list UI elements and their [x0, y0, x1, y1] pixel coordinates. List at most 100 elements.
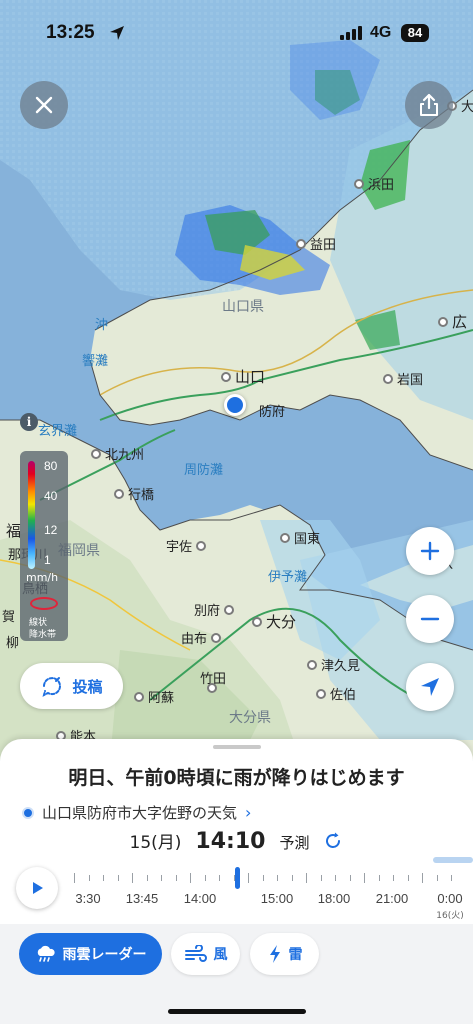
legend-value-12: 12	[44, 523, 58, 537]
city-yamaguchi: 山口	[221, 366, 265, 387]
city-yufu: 由布	[181, 628, 222, 647]
timeline-tick	[393, 875, 394, 881]
forecast-sheet: 明日、午前0時頃に雨が降りはじめます 山口県防府市大字佐野の天気 › 15(月)…	[0, 739, 473, 1024]
tab-rain-radar-label: 雨雲レーダー	[62, 947, 147, 963]
timeline-tick	[219, 875, 220, 881]
timeline-tick	[451, 875, 452, 881]
refresh-icon[interactable]	[323, 831, 343, 851]
city-aso: 阿蘇	[134, 687, 174, 706]
close-button[interactable]	[20, 81, 68, 129]
location-link[interactable]: 山口県防府市大字佐野の天気 ›	[22, 802, 251, 823]
tab-wind[interactable]: 風	[171, 933, 240, 975]
precipitation-legend: 80 40 12 1 mm/h 線状 降水帯	[20, 451, 68, 641]
city-hofu: 防府	[259, 405, 286, 420]
city-saiki: 佐伯	[316, 684, 356, 703]
city-fukuoka: 福	[6, 522, 22, 540]
minus-icon	[420, 617, 440, 621]
pref-oita: 大分県	[229, 710, 271, 726]
timeline-tick	[74, 873, 75, 883]
tab-rain-radar[interactable]: 雨雲レーダー	[19, 933, 162, 975]
timeline-label: 14:00	[183, 891, 217, 906]
info-icon[interactable]: i	[20, 413, 38, 431]
share-button[interactable]	[405, 81, 453, 129]
close-icon	[35, 96, 53, 114]
timeline-tick	[407, 875, 409, 881]
timeline-cursor[interactable]	[235, 867, 240, 889]
timeline-tick	[291, 875, 293, 881]
radar-map[interactable]: 浜田 益田 山口県 山口 防府 岩国 広 大 響灘 沖 周防灘 伊予灘 玄界灘 …	[0, 0, 473, 760]
timeline-tick	[103, 875, 104, 881]
forecast-date: 15(月)	[129, 833, 182, 853]
timeline-tick	[277, 875, 278, 881]
zoom-out-button[interactable]	[406, 595, 454, 643]
timeline-tick	[364, 873, 365, 883]
sea-iyonada: 伊予灘	[268, 570, 308, 585]
post-button[interactable]: 投稿	[20, 663, 123, 709]
timeline-tick	[306, 873, 307, 883]
tab-thunder-label: 雷	[288, 947, 303, 963]
current-location-button[interactable]	[406, 663, 454, 711]
tab-wind-label: 風	[213, 947, 228, 963]
city-iwakuni: 岩国	[383, 369, 423, 388]
lightning-icon	[269, 945, 280, 963]
city-kunisaki: 国東	[280, 528, 320, 547]
city-usa: 宇佐	[166, 536, 207, 555]
timeline-slider[interactable]: 3:30 13:45 14:00 15:00 18:00 21:00 0:00 …	[70, 857, 473, 927]
timeline-label: 21:00	[375, 891, 409, 906]
forecast-time: 14:10	[195, 829, 266, 854]
label-yanagawa: 柳	[6, 636, 20, 651]
timeline-label: 13:45	[125, 891, 159, 906]
city-taketa-dot	[207, 683, 217, 693]
play-button[interactable]	[16, 867, 58, 909]
city-oita: 大分	[252, 611, 296, 632]
timeline-tick	[262, 875, 264, 881]
timeline-tick	[161, 875, 162, 881]
timeline-tick	[422, 873, 423, 883]
city-beppu: 別府	[194, 600, 235, 619]
legend-band-label-2: 降水帯	[29, 630, 57, 640]
current-location-marker	[224, 394, 246, 416]
timeline-tick	[117, 875, 119, 881]
network-type: 4G	[370, 24, 392, 41]
timeline-tick	[88, 875, 90, 881]
timeline-label: 0:00	[437, 891, 463, 906]
timeline-tick	[175, 875, 177, 881]
timeline-label: 15:00	[260, 891, 294, 906]
timeline-tick	[190, 873, 191, 883]
tab-thunder[interactable]: 雷	[250, 933, 319, 975]
location-dot-icon	[22, 806, 34, 819]
status-time: 13:25	[46, 22, 95, 43]
sea-genkainada: 玄界灘	[38, 424, 78, 439]
sea-suonada: 周防灘	[184, 463, 224, 478]
sheet-grabber[interactable]	[213, 745, 261, 749]
location-text: 山口県防府市大字佐野の天気	[42, 804, 238, 822]
share-icon	[420, 93, 438, 116]
location-services-icon	[110, 26, 124, 40]
timeline-label: 18:00	[317, 891, 351, 906]
timeline-tick	[335, 875, 336, 881]
legend-value-40: 40	[44, 489, 58, 503]
city-yukuhashi: 行橋	[114, 484, 154, 503]
wind-icon	[184, 945, 207, 962]
zoom-in-button[interactable]	[406, 527, 454, 575]
timeline-tick	[349, 875, 351, 881]
home-indicator	[168, 1009, 306, 1014]
city-masuda: 益田	[296, 234, 336, 253]
battery-indicator: 84	[401, 24, 429, 42]
cellular-signal-icon	[340, 26, 362, 40]
forecast-mode: 予測	[279, 834, 310, 852]
legend-value-80: 80	[44, 459, 58, 473]
plus-icon	[420, 541, 440, 561]
legend-color-bar	[28, 461, 35, 569]
timeline-tick	[146, 875, 148, 881]
city-kitakyushu: 北九州	[91, 444, 144, 463]
sea-hibikinada: 響灘	[82, 354, 109, 369]
city-tsukumi: 津久見	[307, 655, 360, 674]
timeline-tick	[320, 875, 322, 881]
timeline-tick	[204, 875, 206, 881]
legend-unit: mm/h	[26, 571, 59, 584]
timeline-tick	[436, 875, 438, 881]
timeline-next-day-label: 16(火)	[436, 911, 464, 921]
timeline-tick	[132, 873, 133, 883]
navigation-arrow-icon	[421, 678, 439, 696]
